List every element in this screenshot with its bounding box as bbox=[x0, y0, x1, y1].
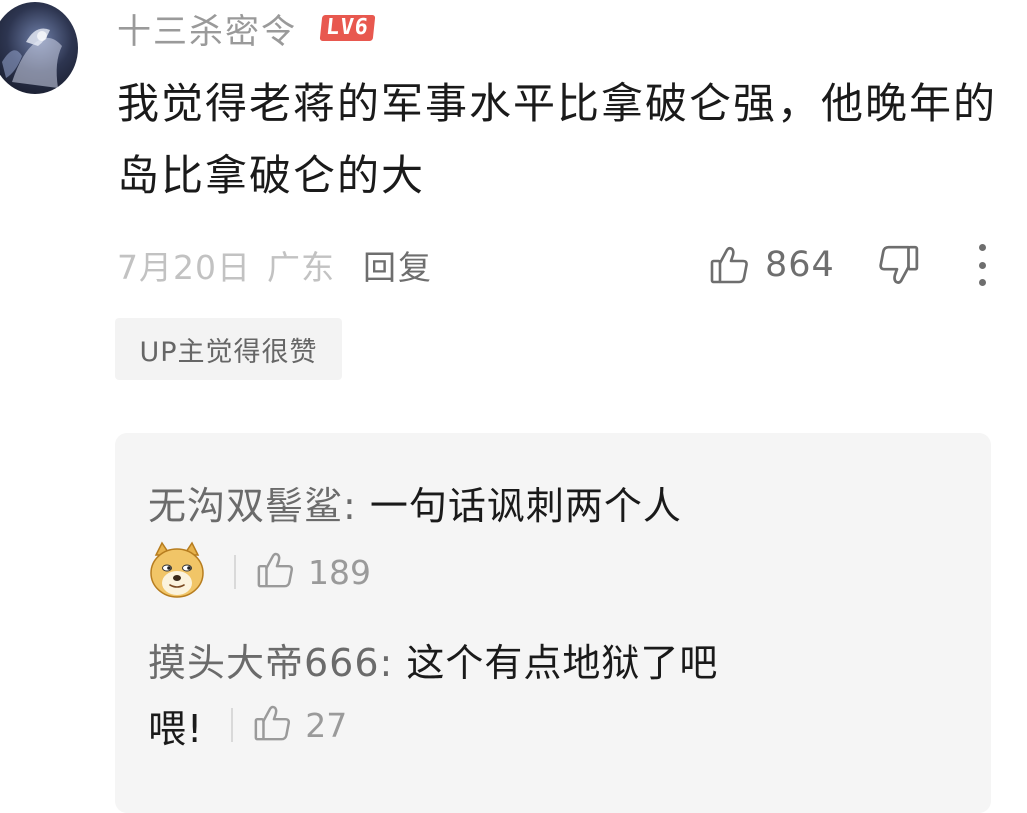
like-button[interactable]: 864 bbox=[709, 240, 835, 290]
reply-username[interactable]: 摸头大帝666 bbox=[148, 641, 380, 685]
divider bbox=[234, 555, 236, 589]
more-menu-button[interactable] bbox=[970, 244, 994, 286]
more-vertical-icon-dot bbox=[978, 279, 986, 286]
comment-date: 7月20日 bbox=[117, 248, 251, 287]
reply-button[interactable]: 回复 bbox=[363, 241, 433, 289]
reply-item: 无沟双髻鲨: 一句话讽刺两个人 bbox=[148, 475, 682, 530]
replies-panel: 无沟双髻鲨: 一句话讽刺两个人 189 摸头大帝666: 这个有点地狱了吧 喂!… bbox=[115, 433, 991, 813]
reply-actions: 189 bbox=[148, 541, 371, 603]
divider bbox=[231, 708, 234, 742]
reply-username[interactable]: 无沟双髻鲨 bbox=[148, 484, 343, 528]
reply-text-continuation: 喂! bbox=[148, 706, 204, 751]
reply-text: 这个有点地狱了吧 bbox=[406, 641, 719, 685]
up-liked-tag: UP主觉得很赞 bbox=[115, 318, 342, 380]
thumbs-up-icon[interactable] bbox=[256, 550, 296, 594]
username[interactable]: 十三杀密令 bbox=[117, 4, 297, 53]
level-badge: LV6 bbox=[319, 15, 376, 41]
comment-text: 我觉得老蒋的军事水平比拿破仑强，他晚年的岛比拿破仑的大 bbox=[117, 79, 998, 200]
reply-item: 摸头大帝666: 这个有点地狱了吧 bbox=[148, 632, 718, 687]
thumbs-down-icon bbox=[876, 243, 920, 291]
thumbs-up-icon bbox=[709, 244, 751, 286]
reply-separator: : bbox=[343, 484, 370, 528]
like-count: 864 bbox=[765, 245, 835, 285]
comment-header: 十三杀密令 LV6 bbox=[117, 4, 376, 53]
dislike-button[interactable] bbox=[876, 243, 920, 291]
avatar[interactable] bbox=[0, 2, 78, 94]
reply-like-count: 27 bbox=[305, 705, 348, 745]
reply-text: 一句话讽刺两个人 bbox=[369, 484, 682, 528]
reply-actions: 喂! 27 bbox=[148, 697, 347, 753]
reply-like-count: 189 bbox=[308, 552, 371, 592]
thumbs-up-icon[interactable] bbox=[253, 703, 293, 747]
more-vertical-icon-dot bbox=[978, 244, 986, 251]
doge-emoji bbox=[148, 541, 206, 603]
comment-meta: 7月20日 广东 回复 bbox=[117, 240, 433, 290]
more-vertical-icon-dot bbox=[978, 261, 986, 269]
comment-location: 广东 bbox=[267, 248, 335, 287]
reply-separator: : bbox=[379, 641, 407, 685]
avatar-image bbox=[2, 28, 62, 88]
